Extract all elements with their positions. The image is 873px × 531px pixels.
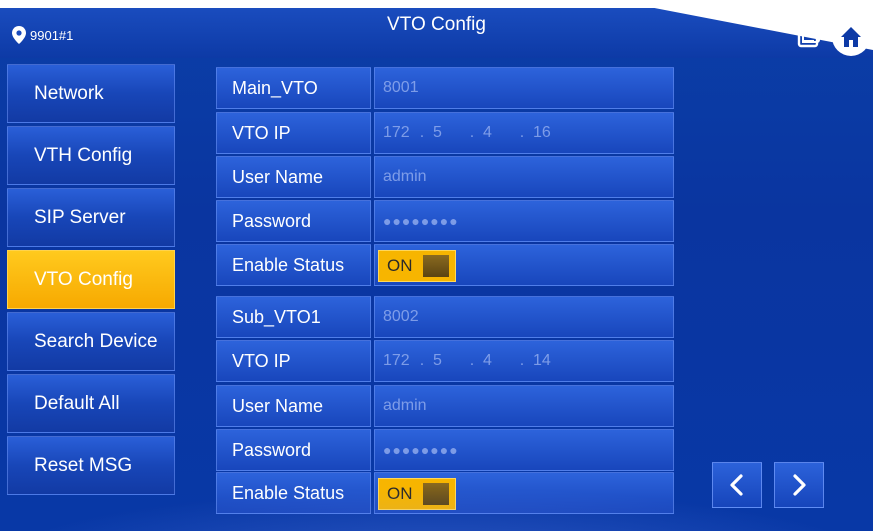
ip-octet: 4 [483,124,492,141]
sidebar-item-label: Reset MSG [34,454,133,476]
ip-octet: 172 [383,124,410,141]
ip-octet: 172 [383,352,410,369]
toggle-knob [423,255,449,277]
sidebar-item-sip-server[interactable]: SIP Server [7,188,175,247]
main-vto-password-row: Password ●●●●●●●● [216,200,674,242]
message-box-icon[interactable] [796,24,822,50]
sidebar-item-vto-config[interactable]: VTO Config [7,250,175,309]
field-label: User Name [216,156,371,198]
toggle-knob [423,483,449,505]
ip-separator: . [469,124,475,141]
field-label: User Name [216,385,371,427]
next-page-button[interactable] [774,462,824,508]
sub-vto1-number-input[interactable]: 8002 [374,296,674,338]
main-vto-row: Main_VTO 8001 [216,67,674,109]
sub-vto1-row: Sub_VTO1 8002 [216,296,674,338]
chevron-right-icon [793,474,806,496]
ip-separator: . [419,352,425,369]
sub-vto1-enable-cell: ON [374,472,674,514]
main-vto-ip-input[interactable]: 172. 5. 4. 16 [374,112,674,154]
sub-vto1-enable-toggle[interactable]: ON [378,478,456,510]
sub-vto1-ip-input[interactable]: 172. 5. 4. 14 [374,340,674,382]
home-icon [841,27,861,47]
main-vto-ip-row: VTO IP 172. 5. 4. 16 [216,112,674,154]
sub-vto1-enable-row: Enable Status ON [216,472,674,514]
field-label: Main_VTO [216,67,371,109]
ip-octet: 5 [433,352,442,369]
main-vto-enable-toggle[interactable]: ON [378,250,456,282]
main-vto-enable-row: Enable Status ON [216,244,674,286]
field-label: Password [216,200,371,242]
ip-separator: . [519,352,525,369]
top-bar: 9901#1 VTO Config [0,0,873,58]
sub-vto1-password-row: Password ●●●●●●●● [216,429,674,471]
main-vto-user-row: User Name admin [216,156,674,198]
ip-separator: . [469,352,475,369]
main-vto-number-input[interactable]: 8001 [374,67,674,109]
ip-separator: . [519,124,525,141]
field-label: Enable Status [216,472,371,514]
ip-separator: . [419,124,425,141]
sidebar-item-label: Network [34,82,104,104]
sidebar-item-default-all[interactable]: Default All [7,374,175,433]
field-label: VTO IP [216,112,371,154]
sidebar-item-vth-config[interactable]: VTH Config [7,126,175,185]
ip-octet: 16 [533,124,551,141]
sub-vto1-ip-row: VTO IP 172. 5. 4. 14 [216,340,674,382]
field-label: Sub_VTO1 [216,296,371,338]
sub-vto1-username-input[interactable]: admin [374,385,674,427]
sidebar-item-network[interactable]: Network [7,64,175,123]
chevron-left-icon [730,474,743,496]
sidebar: Network VTH Config SIP Server VTO Config… [7,64,175,498]
sidebar-item-label: VTH Config [34,144,133,166]
main-vto-enable-cell: ON [374,244,674,286]
sidebar-item-reset-msg[interactable]: Reset MSG [7,436,175,495]
sidebar-item-label: VTO Config [34,268,133,290]
main-vto-password-input[interactable]: ●●●●●●●● [374,200,674,242]
home-button[interactable] [832,18,870,56]
sidebar-item-label: SIP Server [34,206,126,228]
main-vto-username-input[interactable]: admin [374,156,674,198]
sidebar-item-search-device[interactable]: Search Device [7,312,175,371]
sub-vto1-password-input[interactable]: ●●●●●●●● [374,429,674,471]
sidebar-item-label: Search Device [34,330,158,352]
screen: 9901#1 VTO Config Network VTH Config SIP… [0,0,873,531]
toggle-state: ON [387,484,413,503]
ip-octet: 5 [433,124,442,141]
sub-vto1-user-row: User Name admin [216,385,674,427]
field-label: Password [216,429,371,471]
field-label: Enable Status [216,244,371,286]
ip-octet: 14 [533,352,551,369]
field-label: VTO IP [216,340,371,382]
ip-octet: 4 [483,352,492,369]
previous-page-button[interactable] [712,462,762,508]
sidebar-item-label: Default All [34,392,120,414]
page-title: VTO Config [387,14,486,35]
toggle-state: ON [387,256,413,275]
